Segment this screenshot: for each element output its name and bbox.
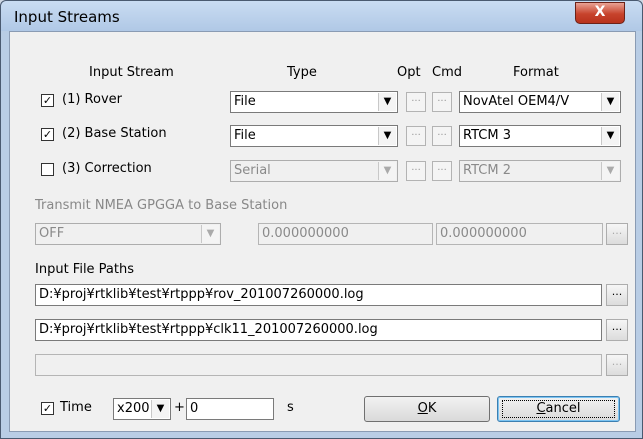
input-streams-dialog: Input Streams X Input Stream Type Opt Cm…: [0, 0, 643, 439]
rover-label: (1) Rover: [62, 92, 122, 107]
input-file-paths-label: Input File Paths: [35, 262, 135, 277]
rover-type-value: File: [234, 94, 256, 109]
rover-format-value: NovAtel OEM4/V: [463, 94, 570, 109]
nmea-label: Transmit NMEA GPGGA to Base Station: [35, 198, 288, 213]
correction-file-path-field[interactable]: [35, 354, 602, 376]
base-station-type-select[interactable]: File ▼: [230, 125, 398, 147]
chevron-down-icon: ▼: [378, 162, 396, 180]
rover-file-path-field[interactable]: D:¥proj¥rtklib¥test¥rtppp¥rov_2010072600…: [35, 284, 602, 306]
time-offset-value: 0: [190, 401, 199, 416]
rover-checkbox[interactable]: ✓: [41, 94, 54, 107]
base-station-format-value: RTCM 3: [463, 128, 511, 143]
chevron-down-icon: ▼: [378, 93, 396, 111]
nmea-mode-select[interactable]: OFF ▼: [35, 223, 221, 245]
nmea-mode-value: OFF: [39, 226, 65, 241]
header-format: Format: [513, 65, 559, 80]
ok-label: K: [427, 401, 437, 416]
ok-mnemonic: O: [417, 401, 428, 416]
header-opt: Opt: [397, 65, 421, 80]
header-input-stream: Input Stream: [89, 65, 174, 80]
correction-cmd-button[interactable]: ...: [432, 161, 452, 181]
header-cmd: Cmd: [432, 65, 462, 80]
base-station-checkbox[interactable]: ✓: [41, 128, 54, 141]
chevron-down-icon: ▼: [601, 93, 619, 111]
nmea-latitude-value: 0.000000000: [262, 226, 349, 241]
correction-file-browse-button[interactable]: ...: [606, 354, 628, 376]
nmea-latitude-field[interactable]: 0.000000000: [258, 223, 433, 245]
header-type: Type: [287, 65, 317, 80]
chevron-down-icon: ▼: [601, 162, 619, 180]
nmea-longitude-value: 0.000000000: [440, 226, 527, 241]
time-speed-select[interactable]: x200 ▼: [113, 398, 171, 420]
window-title: Input Streams: [14, 8, 120, 26]
time-unit-label: s: [287, 400, 294, 415]
nmea-longitude-field[interactable]: 0.000000000: [436, 223, 603, 245]
base-station-format-select[interactable]: RTCM 3 ▼: [459, 125, 621, 147]
chevron-down-icon: ▼: [151, 400, 169, 418]
close-button[interactable]: X: [575, 2, 625, 24]
base-station-cmd-button[interactable]: ...: [432, 126, 452, 146]
nmea-position-button[interactable]: ...: [606, 223, 628, 245]
focus-rect: [502, 400, 615, 418]
time-plus-label: +: [174, 400, 185, 415]
base-station-label: (2) Base Station: [62, 126, 167, 141]
base-station-opt-button[interactable]: ...: [406, 126, 426, 146]
close-icon: X: [594, 4, 606, 20]
time-offset-field[interactable]: 0: [186, 398, 274, 420]
correction-format-select[interactable]: RTCM 2 ▼: [459, 160, 621, 182]
base-file-path-field[interactable]: D:¥proj¥rtklib¥test¥rtppp¥clk11_20100726…: [35, 319, 602, 341]
rover-type-select[interactable]: File ▼: [230, 91, 398, 113]
correction-opt-button[interactable]: ...: [406, 161, 426, 181]
chevron-down-icon: ▼: [378, 127, 396, 145]
base-station-type-value: File: [234, 128, 256, 143]
correction-label: (3) Correction: [62, 161, 152, 176]
rover-opt-button[interactable]: ...: [406, 92, 426, 112]
rover-file-browse-button[interactable]: ...: [606, 284, 628, 306]
correction-type-select[interactable]: Serial ▼: [230, 160, 398, 182]
correction-checkbox[interactable]: [41, 163, 54, 176]
ok-button[interactable]: OK: [364, 396, 490, 422]
correction-type-value: Serial: [234, 163, 271, 178]
chevron-down-icon: ▼: [201, 225, 219, 243]
rover-file-path-value: D:¥proj¥rtklib¥test¥rtppp¥rov_2010072600…: [39, 287, 364, 302]
time-checkbox[interactable]: ✓: [41, 402, 54, 415]
correction-format-value: RTCM 2: [463, 163, 511, 178]
chevron-down-icon: ▼: [601, 127, 619, 145]
base-file-path-value: D:¥proj¥rtklib¥test¥rtppp¥clk11_20100726…: [39, 322, 378, 337]
time-label: Time: [60, 400, 92, 415]
title-bar[interactable]: Input Streams X: [1, 1, 642, 31]
time-speed-value: x200: [117, 401, 150, 416]
cancel-button[interactable]: Cancel: [497, 396, 620, 422]
dialog-body: Input Stream Type Opt Cmd Format ✓ (1) R…: [9, 31, 636, 432]
rover-cmd-button[interactable]: ...: [432, 92, 452, 112]
base-file-browse-button[interactable]: ...: [606, 319, 628, 341]
rover-format-select[interactable]: NovAtel OEM4/V ▼: [459, 91, 621, 113]
